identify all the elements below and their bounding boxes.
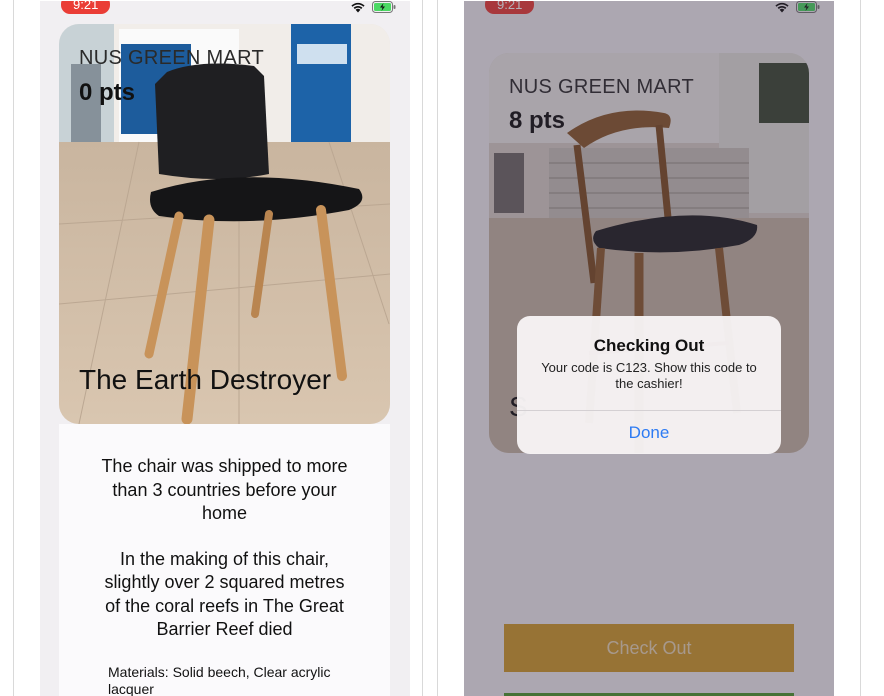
alert-title: Checking Out — [593, 336, 705, 355]
description-panel: The chair was shipped to more than 3 cou… — [59, 424, 390, 696]
left-phone-frame: 9:21 NUS GREEN MART 0 pts The Earth Dest… — [13, 0, 423, 696]
fact-text: In the making of this chair, slightly ov… — [104, 548, 345, 640]
wifi-icon — [350, 1, 366, 13]
checkout-alert: Checking Out Your code is C123. Show thi… — [517, 316, 781, 454]
page: 9:21 NUS GREEN MART 0 pts The Earth Dest… — [0, 0, 884, 696]
status-bar: 9:21 — [40, 1, 410, 17]
store-name: NUS GREEN MART — [79, 47, 264, 69]
points-label: 0 pts — [79, 79, 136, 106]
right-phone-screen: 9:21 NUS GREEN MART 8 pts Check Out Chec… — [464, 1, 834, 696]
done-button[interactable]: Done — [517, 411, 781, 454]
right-phone-frame: 9:21 NUS GREEN MART 8 pts Check Out Chec… — [437, 0, 861, 696]
materials-text: Materials: Solid beech, Clear acrylic la… — [108, 663, 331, 696]
left-phone-screen: 9:21 NUS GREEN MART 0 pts The Earth Dest… — [40, 1, 410, 696]
battery-charging-icon — [372, 1, 396, 13]
status-time: 9:21 — [61, 1, 111, 14]
product-name: The Earth Destroyer — [79, 364, 332, 395]
fact-text: The chair was shipped to more than 3 cou… — [101, 456, 348, 523]
alert-message: Your code is C123. Show this code to the… — [541, 360, 757, 391]
product-card[interactable]: NUS GREEN MART 0 pts The Earth Destroyer — [59, 24, 390, 424]
